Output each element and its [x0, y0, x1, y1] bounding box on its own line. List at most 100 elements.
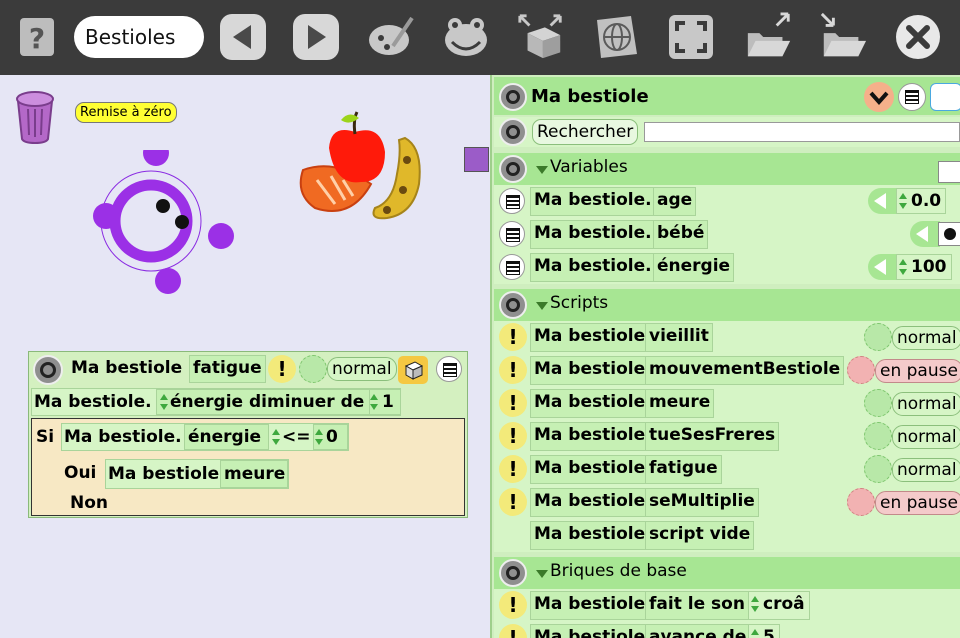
script-box-icon[interactable]: [398, 356, 428, 384]
variable-menu-button[interactable]: [499, 221, 525, 247]
script-status-pill[interactable]: normal: [892, 458, 960, 482]
scripts-section-header[interactable]: Scripts: [494, 289, 960, 322]
variable-value[interactable]: 0.0: [896, 188, 947, 214]
publish-button[interactable]: [744, 12, 794, 62]
project-name-field[interactable]: Bestioles: [74, 16, 204, 58]
ticker-icon[interactable]: [864, 455, 892, 483]
variables-handle-icon[interactable]: [499, 155, 527, 183]
variable-thumbnail-icon[interactable]: [938, 161, 960, 183]
open-button[interactable]: [818, 12, 868, 62]
close-button[interactable]: [893, 12, 943, 62]
frog-button[interactable]: [441, 12, 491, 62]
search-button[interactable]: Rechercher: [532, 119, 639, 145]
viewer-menu-button[interactable]: [898, 83, 926, 111]
command-argument[interactable]: 5: [748, 624, 780, 638]
fruits-image[interactable]: [295, 110, 430, 222]
viewer-menu-handle-icon[interactable]: [499, 83, 527, 111]
world-canvas[interactable]: Remise à zéro Ma bestiole fatigue ! norm…: [0, 75, 490, 638]
search-handle-icon[interactable]: [499, 118, 527, 146]
command-object[interactable]: Ma bestiole: [530, 591, 650, 620]
variable-name[interactable]: age: [653, 187, 697, 216]
script-menu-button[interactable]: [436, 356, 462, 382]
variable-object[interactable]: Ma bestiole.: [530, 187, 656, 216]
left-arrow-icon[interactable]: [910, 221, 940, 247]
ticker-icon[interactable]: [847, 488, 875, 516]
variable-name[interactable]: bébé: [653, 220, 709, 249]
updown-arrows-icon[interactable]: [272, 429, 280, 445]
basic-handle-icon[interactable]: [499, 559, 527, 587]
yes-action-tile[interactable]: Ma bestiole meure: [105, 459, 289, 489]
script-object[interactable]: Ma bestiole: [530, 521, 650, 550]
updown-arrows-icon[interactable]: [751, 596, 759, 612]
run-script-button[interactable]: !: [499, 356, 527, 384]
script-name[interactable]: script vide: [645, 521, 755, 550]
paint-button[interactable]: [367, 12, 417, 62]
ticker-icon[interactable]: [864, 422, 892, 450]
script-object[interactable]: Ma bestiole: [530, 488, 650, 517]
updown-arrows-icon[interactable]: [160, 394, 168, 410]
script-status-pill[interactable]: en pause: [875, 491, 960, 515]
expand-triangle-icon[interactable]: [536, 570, 548, 578]
baby-sprite-thumbnail[interactable]: [938, 222, 960, 246]
test-block[interactable]: Si Ma bestiole. énergie <= 0 Oui Ma best…: [31, 418, 465, 516]
updown-arrows-icon[interactable]: [899, 259, 907, 275]
command-object[interactable]: Ma bestiole: [530, 624, 650, 638]
reset-button[interactable]: Remise à zéro: [75, 102, 177, 123]
script-object[interactable]: Ma bestiole: [530, 389, 650, 418]
chevron-down-icon[interactable]: [864, 82, 894, 112]
viewer-tile-icon[interactable]: [930, 83, 960, 111]
updown-arrows-icon[interactable]: [751, 629, 759, 638]
script-status-pill[interactable]: normal: [892, 326, 960, 350]
variable-menu-button[interactable]: [499, 254, 525, 280]
ticker-icon[interactable]: [299, 355, 327, 383]
updown-arrows-icon[interactable]: [899, 193, 907, 209]
line1-value[interactable]: 1: [382, 390, 394, 414]
run-script-button[interactable]: !: [499, 422, 527, 450]
expand-triangle-icon[interactable]: [536, 302, 548, 310]
variable-name[interactable]: énergie: [653, 253, 735, 282]
script-line-decrement[interactable]: Ma bestiole. énergie diminuer de 1: [31, 388, 401, 416]
sprite-thumbnail-icon[interactable]: [464, 147, 489, 172]
variable-object[interactable]: Ma bestiole.: [530, 220, 656, 249]
cond-op[interactable]: <=: [282, 425, 311, 449]
condition-tile[interactable]: Ma bestiole. énergie <= 0: [61, 423, 349, 451]
script-name[interactable]: seMultiplie: [645, 488, 759, 517]
run-script-button[interactable]: !: [499, 389, 527, 417]
help-button[interactable]: ?: [12, 12, 62, 62]
command-name[interactable]: fait le son: [645, 591, 749, 620]
script-name[interactable]: mouvementBestiole: [645, 356, 845, 385]
cond-value[interactable]: 0: [326, 425, 338, 449]
run-script-button[interactable]: !: [499, 323, 527, 351]
variable-value[interactable]: 100: [896, 254, 952, 280]
variables-section-header[interactable]: Variables: [494, 153, 960, 186]
script-editor[interactable]: Ma bestiole fatigue ! normal Ma bestiole…: [28, 351, 468, 518]
previous-page-button[interactable]: [218, 12, 268, 62]
run-script-button[interactable]: !: [268, 355, 296, 383]
script-name[interactable]: fatigue: [645, 455, 722, 484]
updown-arrows-icon[interactable]: [315, 429, 323, 445]
command-name[interactable]: avance de: [645, 624, 751, 638]
left-arrow-icon[interactable]: [868, 254, 898, 280]
script-menu-handle-icon[interactable]: [33, 355, 63, 385]
script-object[interactable]: Ma bestiole: [530, 323, 650, 352]
script-status-pill[interactable]: normal: [892, 392, 960, 416]
script-name[interactable]: meure: [645, 389, 715, 418]
command-argument[interactable]: croâ: [748, 591, 810, 620]
script-name[interactable]: tueSesFreres: [645, 422, 780, 451]
expand-triangle-icon[interactable]: [536, 166, 548, 174]
run-script-button[interactable]: !: [499, 488, 527, 516]
script-object[interactable]: Ma bestiole: [530, 356, 650, 385]
fullscreen-button[interactable]: [666, 12, 716, 62]
bestiole-sprite[interactable]: [90, 150, 240, 300]
variable-object[interactable]: Ma bestiole.: [530, 253, 656, 282]
script-status-pill[interactable]: normal: [892, 425, 960, 449]
run-command-button[interactable]: !: [499, 624, 527, 638]
ticker-icon[interactable]: [864, 323, 892, 351]
script-object[interactable]: Ma bestiole: [530, 455, 650, 484]
script-status-pill[interactable]: en pause: [875, 359, 960, 383]
updown-arrows-icon[interactable]: [370, 394, 378, 410]
world-button[interactable]: [591, 12, 641, 62]
script-object[interactable]: Ma bestiole: [530, 422, 650, 451]
run-command-button[interactable]: !: [499, 591, 527, 619]
ticker-icon[interactable]: [847, 356, 875, 384]
